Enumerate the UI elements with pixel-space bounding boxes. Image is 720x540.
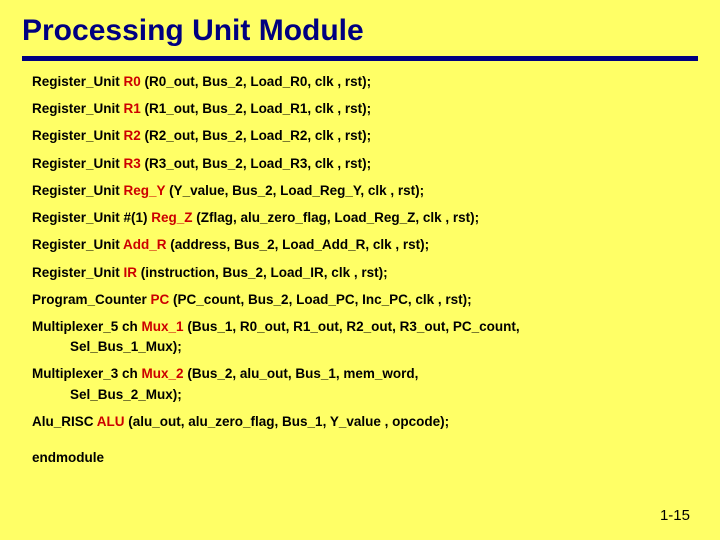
code-line-mux2-cont: Sel_Bus_2_Mux); — [32, 386, 688, 404]
code-line-pc: Program_Counter PC (PC_count, Bus_2, Loa… — [32, 291, 688, 309]
code-content: Register_Unit R0 (R0_out, Bus_2, Load_R0… — [0, 73, 720, 467]
code-line-r0: Register_Unit R0 (R0_out, Bus_2, Load_R0… — [32, 73, 688, 91]
code-line-addr: Register_Unit Add_R (address, Bus_2, Loa… — [32, 236, 688, 254]
code-line-r3: Register_Unit R3 (R3_out, Bus_2, Load_R3… — [32, 155, 688, 173]
code-line-mux1: Multiplexer_5 ch Mux_1 (Bus_1, R0_out, R… — [32, 318, 688, 336]
title-underline — [22, 56, 698, 61]
code-line-endmodule: endmodule — [32, 449, 688, 467]
code-line-r1: Register_Unit R1 (R1_out, Bus_2, Load_R1… — [32, 100, 688, 118]
code-line-r2: Register_Unit R2 (R2_out, Bus_2, Load_R2… — [32, 127, 688, 145]
code-line-ir: Register_Unit IR (instruction, Bus_2, Lo… — [32, 264, 688, 282]
code-line-alu: Alu_RISC ALU (alu_out, alu_zero_flag, Bu… — [32, 413, 688, 431]
code-line-mux1-cont: Sel_Bus_1_Mux); — [32, 338, 688, 356]
code-line-regz: Register_Unit #(1) Reg_Z (Zflag, alu_zer… — [32, 209, 688, 227]
code-line-mux2: Multiplexer_3 ch Mux_2 (Bus_2, alu_out, … — [32, 365, 688, 383]
code-line-regy: Register_Unit Reg_Y (Y_value, Bus_2, Loa… — [32, 182, 688, 200]
slide-title: Processing Unit Module — [0, 0, 720, 56]
slide-number: 1-15 — [660, 507, 690, 524]
